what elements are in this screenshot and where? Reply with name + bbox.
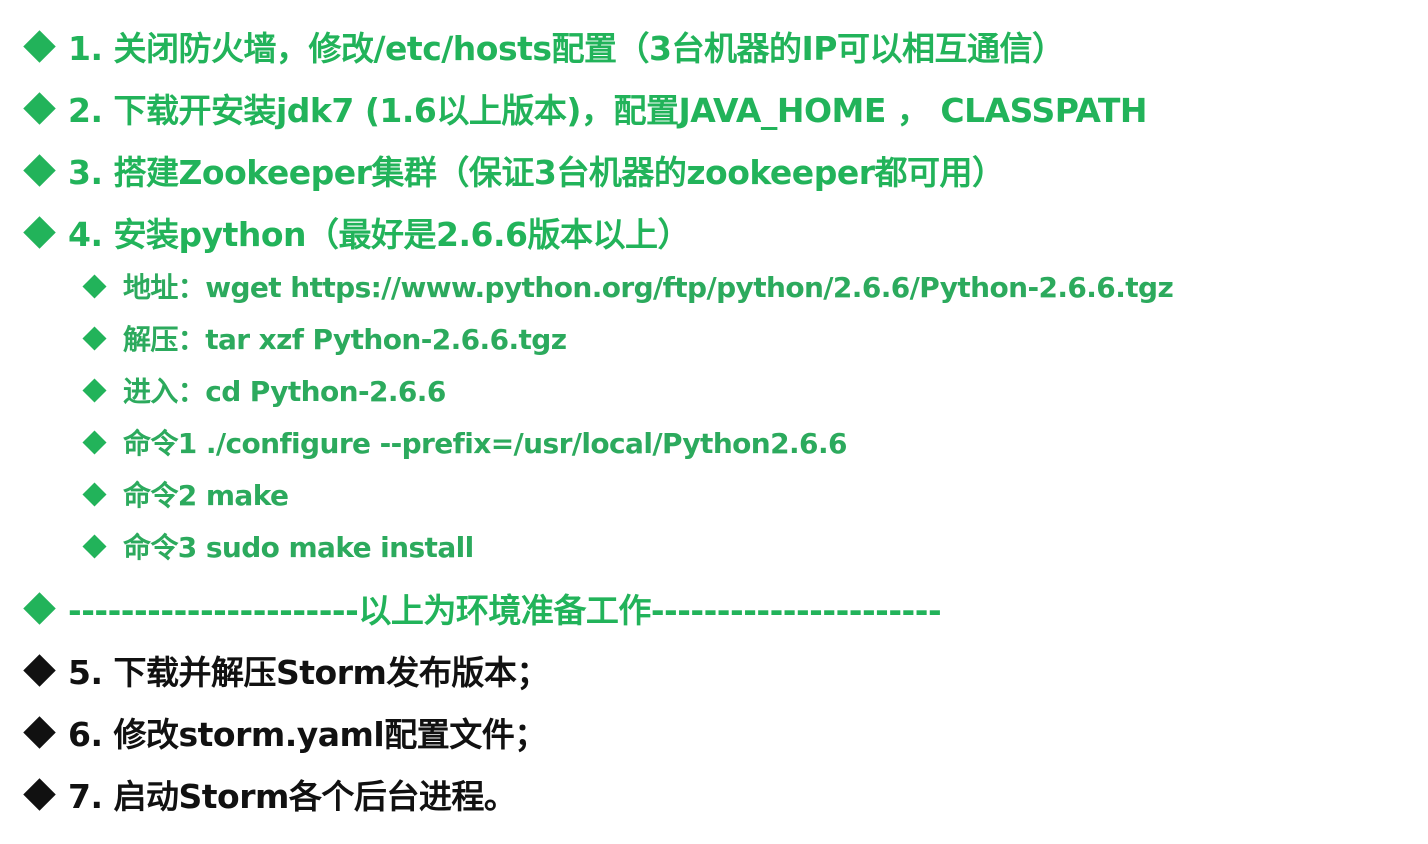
sub-item-extract: 解压：tar xzf Python-2.6.6.tgz [82, 318, 567, 358]
diamond-bullet-icon [23, 215, 56, 249]
diamond-bullet-icon [23, 715, 56, 749]
list-item-text: 2. 下载开安装jdk7 (1.6以上版本)，配置JAVA_HOME ， CLA… [68, 91, 1148, 130]
sub-item-text: 地址：wget https://www.python.org/ftp/pytho… [123, 271, 1174, 304]
slide: 1. 关闭防火墙，修改/etc/hosts配置（3台机器的IP可以相互通信） 2… [0, 0, 1428, 844]
diamond-bullet-icon [82, 533, 107, 559]
diamond-bullet-icon [23, 777, 56, 811]
list-item-4: 4. 安装python（最好是2.6.6版本以上） [22, 208, 691, 256]
list-item-1: 1. 关闭防火墙，修改/etc/hosts配置（3台机器的IP可以相互通信） [22, 22, 1065, 70]
sub-item-text: 解压：tar xzf Python-2.6.6.tgz [123, 323, 567, 356]
list-item-text: 3. 搭建Zookeeper集群（保证3台机器的zookeeper都可用） [68, 153, 1005, 192]
sub-item-command-1: 命令1 ./configure --prefix=/usr/local/Pyth… [82, 422, 847, 462]
diamond-bullet-icon [23, 653, 56, 687]
diamond-bullet-icon [82, 429, 107, 455]
list-item-2: 2. 下载开安装jdk7 (1.6以上版本)，配置JAVA_HOME ， CLA… [22, 84, 1148, 132]
diamond-bullet-icon [82, 325, 107, 351]
diamond-bullet-icon [82, 273, 107, 299]
sub-item-command-2: 命令2 make [82, 474, 289, 514]
sub-item-text: 命令1 ./configure --prefix=/usr/local/Pyth… [123, 427, 847, 460]
diamond-bullet-icon [23, 591, 56, 625]
step-item-7: 7. 启动Storm各个后台进程。 [22, 770, 517, 818]
step-item-6: 6. 修改storm.yaml配置文件； [22, 708, 547, 756]
list-item-3: 3. 搭建Zookeeper集群（保证3台机器的zookeeper都可用） [22, 146, 1005, 194]
list-item-text: 1. 关闭防火墙，修改/etc/hosts配置（3台机器的IP可以相互通信） [68, 29, 1065, 68]
sub-item-text: 命令2 make [123, 479, 289, 512]
step-item-5: 5. 下载并解压Storm发布版本； [22, 646, 549, 694]
step-text: 5. 下载并解压Storm发布版本； [68, 653, 549, 692]
diamond-bullet-icon [23, 91, 56, 125]
sub-item-text: 命令3 sudo make install [123, 531, 474, 564]
sub-item-address: 地址：wget https://www.python.org/ftp/pytho… [82, 266, 1174, 306]
diamond-bullet-icon [82, 481, 107, 507]
diamond-bullet-icon [23, 153, 56, 187]
sub-item-command-3: 命令3 sudo make install [82, 526, 474, 566]
separator-text: ----------------------以上为环境准备工作---------… [68, 591, 942, 630]
diamond-bullet-icon [23, 29, 56, 63]
separator-item: ----------------------以上为环境准备工作---------… [22, 584, 942, 632]
list-item-text: 4. 安装python（最好是2.6.6版本以上） [68, 215, 691, 254]
sub-item-enter: 进入：cd Python-2.6.6 [82, 370, 446, 410]
step-text: 6. 修改storm.yaml配置文件； [68, 715, 547, 754]
sub-item-text: 进入：cd Python-2.6.6 [123, 375, 446, 408]
diamond-bullet-icon [82, 377, 107, 403]
step-text: 7. 启动Storm各个后台进程。 [68, 777, 517, 816]
